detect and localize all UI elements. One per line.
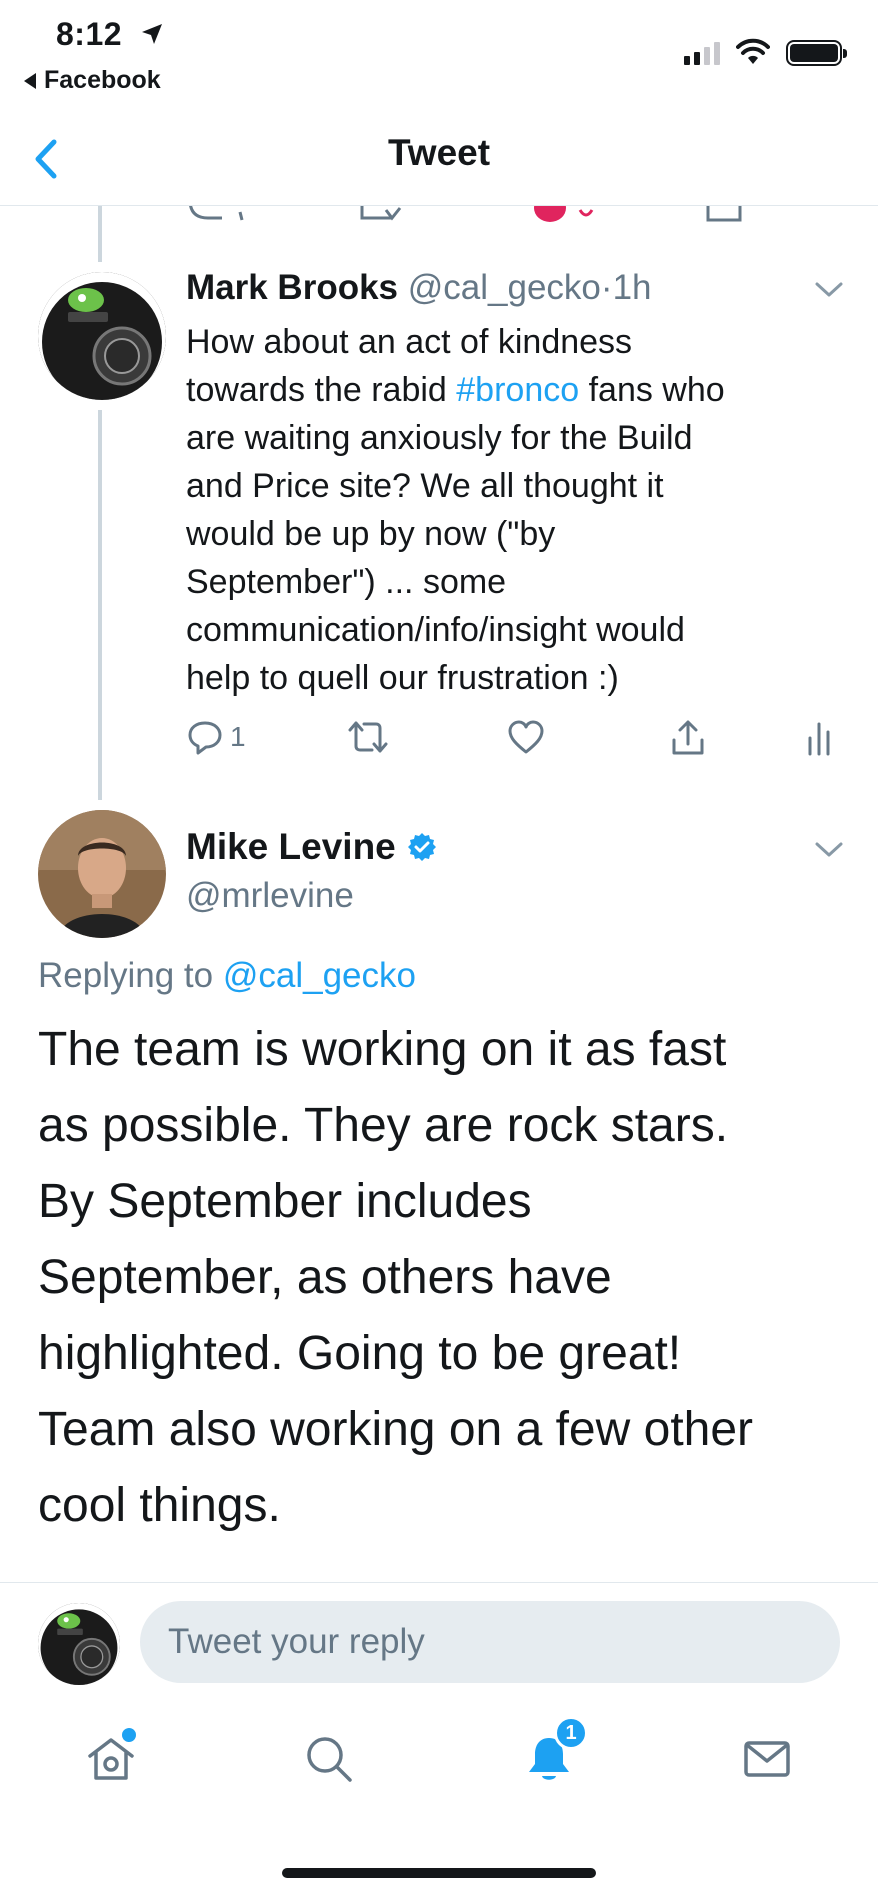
home-new-dot <box>122 1728 136 1742</box>
parent-tweet-text: How about an act of kindness towards the… <box>186 318 846 702</box>
replying-to: Replying to @cal_gecko <box>38 956 416 996</box>
tweet-text-line: communication/info/insight would <box>186 611 685 649</box>
nav-header: Tweet <box>0 110 878 206</box>
thread-line-bottom <box>98 410 102 800</box>
mike-avatar-image <box>38 810 166 938</box>
mention-link[interactable]: @cal_gecko <box>223 956 416 995</box>
home-indicator[interactable] <box>282 1868 596 1878</box>
retweet-icon <box>348 721 388 753</box>
tweet-text-line: towards the rabid #bronco fans who <box>186 366 846 414</box>
tweet-text-segment: towards the rabid <box>186 371 457 409</box>
retweet-button[interactable] <box>346 718 390 756</box>
avatar[interactable] <box>38 1603 120 1685</box>
search-icon <box>307 1737 352 1782</box>
location-arrow-icon <box>142 24 162 44</box>
previous-tweet-actions-cutoff <box>0 206 878 226</box>
like-button[interactable] <box>506 718 546 756</box>
back-to-app-button[interactable]: Facebook <box>24 66 161 95</box>
notifications-badge: 1 <box>554 1716 588 1750</box>
reply-bar <box>0 1582 878 1685</box>
share-button[interactable] <box>668 718 708 758</box>
tweet-text-line: as possible. They are rock stars. <box>38 1099 729 1152</box>
author-handle[interactable]: @cal_gecko <box>408 268 601 307</box>
separator-dot: · <box>600 268 613 307</box>
tweet-text-line: How about an act of kindness <box>186 323 633 361</box>
tab-search[interactable] <box>302 1732 356 1791</box>
tweet-text-line: are waiting anxiously for the Build <box>186 419 693 457</box>
tweet-text-line: cool things. <box>38 1479 281 1532</box>
tweet-text-line: Team also working on a few other <box>38 1403 754 1456</box>
cutoff-icons <box>189 206 742 222</box>
analytics-button[interactable] <box>804 718 834 758</box>
parent-tweet-actions: 1 <box>186 718 846 762</box>
status-time: 8:12 <box>56 16 123 52</box>
avatar[interactable] <box>38 272 166 400</box>
tweet-text-line: help to quell our frustration :) <box>186 659 619 697</box>
author-name[interactable]: Mark Brooks <box>186 268 398 307</box>
reply-icon <box>188 721 222 755</box>
main-tweet-text: The team is working on it as fast as pos… <box>38 1012 838 1544</box>
main-tweet-author: Mike Levine <box>186 826 438 868</box>
tweet-text-segment: fans who <box>579 371 725 409</box>
tab-messages[interactable] <box>740 1732 794 1791</box>
verified-icon <box>407 833 436 861</box>
reply-count: 1 <box>230 721 246 752</box>
tweet-text-line: and Price site? We all thought it <box>186 467 664 505</box>
back-triangle-icon <box>24 72 36 89</box>
chevron-down-icon[interactable] <box>814 280 844 300</box>
gecko-avatar-image <box>38 272 166 400</box>
hashtag-link[interactable]: #bronco <box>456 371 579 409</box>
tab-bar: 1 <box>0 1712 878 1822</box>
tweet-text-line: By September includes <box>38 1175 532 1228</box>
gecko-avatar-image <box>38 1603 120 1685</box>
parent-tweet-header: Mark Brooks @cal_gecko·1h <box>186 268 652 308</box>
tweet-text-line: September, as others have <box>38 1251 612 1304</box>
wifi-icon <box>736 38 770 64</box>
messages-icon <box>744 1741 790 1777</box>
tweet-text-line: highlighted. Going to be great! <box>38 1327 682 1380</box>
chevron-down-icon[interactable] <box>814 840 844 860</box>
tweet-text-line: would be up by now ("by <box>186 515 556 553</box>
like-icon <box>508 720 544 754</box>
battery-icon <box>786 40 847 66</box>
reply-input[interactable] <box>140 1601 840 1683</box>
tab-home[interactable] <box>84 1728 138 1791</box>
status-bar: 8:12 Facebook <box>0 0 878 100</box>
signal-icon <box>684 42 720 65</box>
reply-button[interactable]: 1 <box>186 718 246 756</box>
back-app-label: Facebook <box>44 66 161 94</box>
analytics-icon <box>808 722 830 756</box>
author-name[interactable]: Mike Levine <box>186 826 396 868</box>
share-icon <box>672 720 704 755</box>
replying-prefix: Replying to <box>38 956 223 995</box>
tweet-text-line: The team is working on it as fast <box>38 1023 727 1076</box>
author-handle[interactable]: @mrlevine <box>186 876 354 916</box>
tab-notifications[interactable]: 1 <box>522 1716 588 1791</box>
tweet-text-line: September") ... some <box>186 563 507 601</box>
tweet-time-ago: 1h <box>612 268 652 307</box>
thread-line-top <box>98 206 102 262</box>
page-title: Tweet <box>387 132 491 173</box>
avatar[interactable] <box>38 810 166 938</box>
